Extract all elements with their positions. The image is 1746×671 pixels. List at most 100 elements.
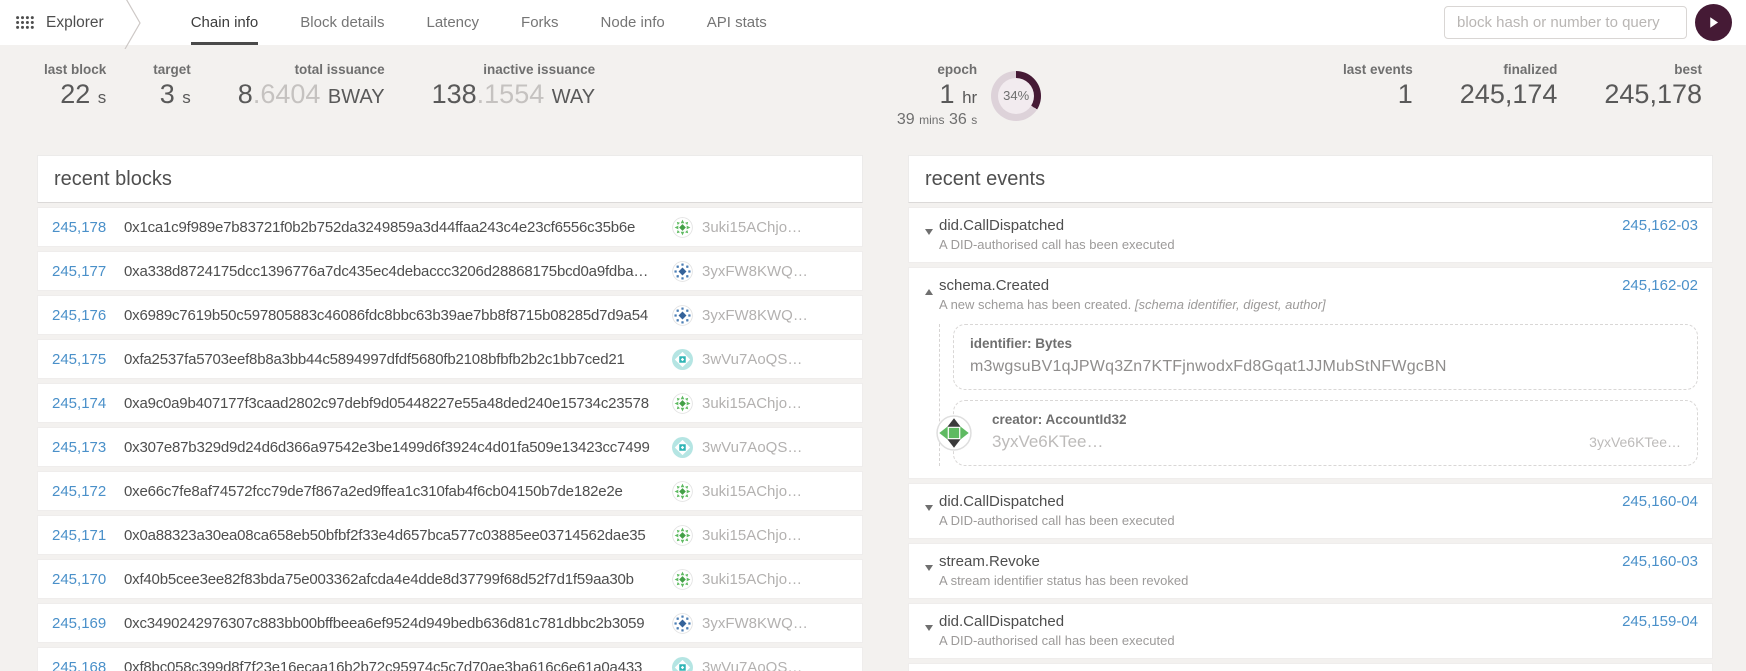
epoch-progress-ring: 34%: [991, 71, 1041, 121]
recent-blocks-list: 245,178 0x1ca1c9f989e7b83721f0b2b752da32…: [37, 207, 863, 671]
detail-value: m3wgsuBV1qJPWq3Zn7KTFjnwodxFd8Gqat1JJMub…: [970, 358, 1681, 376]
stat-value: 138.1554 WAY: [432, 79, 596, 110]
block-number-link[interactable]: 245,178: [52, 219, 124, 236]
stat-target: target 3 s: [153, 62, 191, 110]
event-description: A new schema has been created. [schema i…: [939, 297, 1326, 312]
epoch-text: epoch 1 hr 39 mins 36 s: [897, 62, 977, 129]
stat-value: 245,178: [1604, 79, 1702, 110]
tab-block-details[interactable]: Block details: [300, 0, 384, 45]
block-number-link[interactable]: 245,174: [52, 395, 124, 412]
event-head: stream.Create A new stream identifier ha…: [909, 664, 1712, 671]
tab-chain-info[interactable]: Chain info: [191, 0, 259, 45]
top-bar: Explorer Chain infoBlock detailsLatencyF…: [0, 0, 1746, 45]
block-author: 3uki15AChjo…: [702, 219, 802, 236]
block-number-link[interactable]: 245,177: [52, 263, 124, 280]
event-main: stream.Revoke A stream identifier status…: [939, 553, 1188, 588]
stat-finalized: finalized 245,174: [1460, 62, 1558, 110]
event-expand-toggle[interactable]: [919, 289, 939, 295]
app-menu-grid-icon[interactable]: [16, 16, 34, 29]
block-author: 3wVu7AoQS…: [702, 351, 802, 368]
block-row: 245,176 0x6989c7619b50c597805883c46086fd…: [37, 295, 863, 335]
event-head: did.CallDispatched A DID-authorised call…: [909, 208, 1712, 262]
event-description: A stream identifier status has been revo…: [939, 573, 1188, 588]
event-row: did.CallDispatched A DID-authorised call…: [908, 483, 1713, 539]
stats-left-group: last block 22 s target 3 s total issuanc…: [44, 62, 595, 110]
event-head: stream.Revoke A stream identifier status…: [909, 544, 1712, 598]
block-author: 3yxFW8KWQ…: [702, 615, 808, 632]
block-hash: 0x1ca1c9f989e7b83721f0b2b752da3249859a3d…: [124, 219, 635, 236]
block-number-link[interactable]: 245,169: [52, 615, 124, 632]
block-author: 3uki15AChjo…: [702, 527, 802, 544]
recent-blocks-title: recent blocks: [37, 155, 863, 203]
chevron-icon: [925, 505, 933, 511]
event-name: schema.Created: [939, 277, 1326, 294]
tab-latency[interactable]: Latency: [426, 0, 479, 45]
block-number-link[interactable]: 245,170: [52, 571, 124, 588]
event-block-link[interactable]: 245,162-02: [1610, 277, 1698, 294]
event-description: A DID-authorised call has been executed: [939, 513, 1175, 528]
event-main: did.CallDispatched A DID-authorised call…: [939, 217, 1175, 252]
stat-last-events: last events 1: [1343, 62, 1413, 110]
stat-total-issuance: total issuance 8.6404 BWAY: [238, 62, 385, 110]
recent-blocks-panel: recent blocks 245,178 0x1ca1c9f989e7b837…: [37, 155, 863, 671]
creator-address: 3yxVe6KTee…: [992, 432, 1104, 452]
block-number-link[interactable]: 245,173: [52, 439, 124, 456]
event-details: identifier: Bytes m3wgsuBV1qJPWq3Zn7KTFj…: [939, 324, 1698, 466]
stat-value: 3 s: [153, 79, 191, 110]
event-row: stream.Revoke A stream identifier status…: [908, 543, 1713, 599]
block-number-link[interactable]: 245,175: [52, 351, 124, 368]
block-number-link[interactable]: 245,171: [52, 527, 124, 544]
detail-label: creator: AccountId32: [992, 412, 1681, 427]
event-expand-toggle[interactable]: [919, 229, 939, 235]
event-block-link[interactable]: 245,160-04: [1610, 493, 1698, 510]
event-name: did.CallDispatched: [939, 613, 1175, 630]
block-hash: 0xfa2537fa5703eef8b8a3bb44c5894997dfdf56…: [124, 351, 625, 368]
block-query-input[interactable]: [1444, 6, 1687, 39]
block-author: 3uki15AChjo…: [702, 571, 802, 588]
stat-value: 1 hr: [897, 79, 977, 110]
block-author: 3uki15AChjo…: [702, 395, 802, 412]
grid-icon: [16, 16, 34, 29]
stat-label: best: [1604, 62, 1702, 77]
block-row: 245,169 0xc3490242976307c883bb00bffbeea6…: [37, 603, 863, 643]
event-block-link[interactable]: 245,160-03: [1610, 553, 1698, 570]
stat-value: 8.6404 BWAY: [238, 79, 385, 110]
event-expand-toggle[interactable]: [919, 505, 939, 511]
block-number-link[interactable]: 245,168: [52, 659, 124, 671]
block-number-link[interactable]: 245,176: [52, 307, 124, 324]
chevron-icon: [925, 565, 933, 571]
stats-right-group: last events 1 finalized 245,174 best 245…: [1343, 62, 1702, 110]
event-main: schema.Created A new schema has been cre…: [939, 277, 1326, 312]
block-hash: 0xa9c0a9b407177f3caad2802c97debf9d054482…: [124, 395, 649, 412]
main-content: recent blocks 245,178 0x1ca1c9f989e7b837…: [0, 149, 1746, 671]
block-author: 3uki15AChjo…: [702, 483, 802, 500]
tab-node-info[interactable]: Node info: [601, 0, 665, 45]
green-star-identicon: [672, 217, 693, 238]
tab-api-stats[interactable]: API stats: [707, 0, 767, 45]
event-block-link[interactable]: 245,162-03: [1610, 217, 1698, 234]
blue-burst-identicon: [672, 261, 693, 282]
event-row: schema.Created A new schema has been cre…: [908, 267, 1713, 479]
block-number-link[interactable]: 245,172: [52, 483, 124, 500]
chain-summary-bar: last block 22 s target 3 s total issuanc…: [0, 45, 1746, 149]
recent-events-title: recent events: [908, 155, 1713, 203]
event-expand-toggle[interactable]: [919, 625, 939, 631]
stat-label: inactive issuance: [432, 62, 596, 77]
event-expand-toggle[interactable]: [919, 565, 939, 571]
block-author-group: 3uki15AChjo…: [672, 569, 862, 590]
block-author-group: 3yxFW8KWQ…: [672, 613, 862, 634]
stat-label: last block: [44, 62, 106, 77]
event-block-link[interactable]: 245,159-04: [1610, 613, 1698, 630]
tab-forks[interactable]: Forks: [521, 0, 559, 45]
query-submit-button[interactable]: [1695, 4, 1732, 41]
block-hash: 0x307e87b329d9d24d6d366a97542e3be1499d6f…: [124, 439, 650, 456]
block-author-group: 3wVu7AoQS…: [672, 657, 862, 671]
stat-label: total issuance: [238, 62, 385, 77]
teal-target-identicon: [672, 437, 693, 458]
tab-label: Forks: [521, 14, 559, 31]
event-name: stream.Revoke: [939, 553, 1188, 570]
chevron-icon: [925, 229, 933, 235]
block-row: 245,178 0x1ca1c9f989e7b83721f0b2b752da32…: [37, 207, 863, 247]
block-author-group: 3uki15AChjo…: [672, 217, 862, 238]
creator-address-short: 3yxVe6KTee…: [1589, 434, 1681, 450]
